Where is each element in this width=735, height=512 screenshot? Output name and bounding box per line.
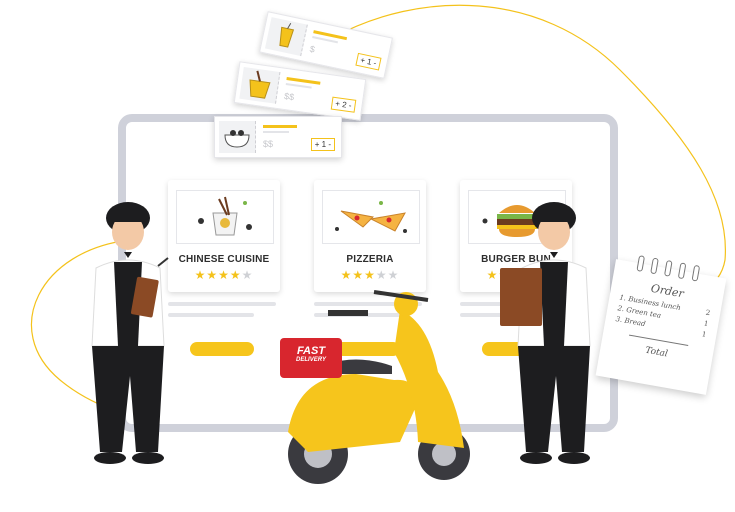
ticket-price: $$ bbox=[283, 90, 295, 103]
order-items: 1. Business lunch 2. Green tea 3. Bread bbox=[615, 292, 682, 335]
waiter-right-icon bbox=[500, 202, 591, 464]
order-total-label: Total bbox=[644, 345, 669, 360]
order-quantity: 1 bbox=[701, 330, 707, 339]
order-quantity: 2 bbox=[705, 308, 711, 318]
order-ticket: $$ + 1 - bbox=[214, 116, 342, 158]
bowl-icon bbox=[219, 121, 256, 153]
delivery-box: FAST DELIVERY bbox=[280, 338, 342, 378]
quantity-stepper[interactable]: + 2 - bbox=[330, 96, 357, 113]
card-chinese-cuisine[interactable]: CHINESE CUISINE ★★★★★ bbox=[168, 180, 280, 292]
card-title: CHINESE CUISINE bbox=[178, 254, 270, 265]
illustration-stage: CHINESE CUISINE ★★★★★ PIZZERIA ★★★★★ BUR… bbox=[0, 0, 735, 512]
delivery-box-label: FAST bbox=[296, 345, 326, 357]
order-quantity: 1 bbox=[703, 319, 709, 329]
delivery-box-sublabel: DELIVERY bbox=[296, 357, 326, 363]
pizza-icon bbox=[322, 190, 420, 244]
ticket-price: $$ bbox=[263, 139, 274, 149]
waiter-left-icon bbox=[91, 202, 169, 464]
quantity-stepper[interactable]: + 1 - bbox=[310, 138, 335, 151]
quantity-stepper[interactable]: + 1 - bbox=[355, 52, 382, 71]
noodle-box-icon bbox=[176, 190, 274, 244]
star-rating: ★★★★★ bbox=[194, 268, 254, 282]
star-rating: ★★★★★ bbox=[340, 268, 400, 282]
order-quantities: 2 1 1 bbox=[701, 308, 711, 341]
takeout-box-icon bbox=[239, 66, 281, 104]
card-title: PIZZERIA bbox=[346, 254, 394, 265]
ticket-price: $ bbox=[308, 43, 316, 55]
description-placeholder bbox=[168, 302, 276, 324]
scooter-icon bbox=[288, 290, 470, 484]
card-pizzeria[interactable]: PIZZERIA ★★★★★ bbox=[314, 180, 426, 292]
order-button[interactable] bbox=[190, 342, 254, 356]
order-note: Order 1. Business lunch 2. Green tea 3. … bbox=[595, 255, 727, 395]
drink-cup-icon bbox=[264, 17, 308, 57]
